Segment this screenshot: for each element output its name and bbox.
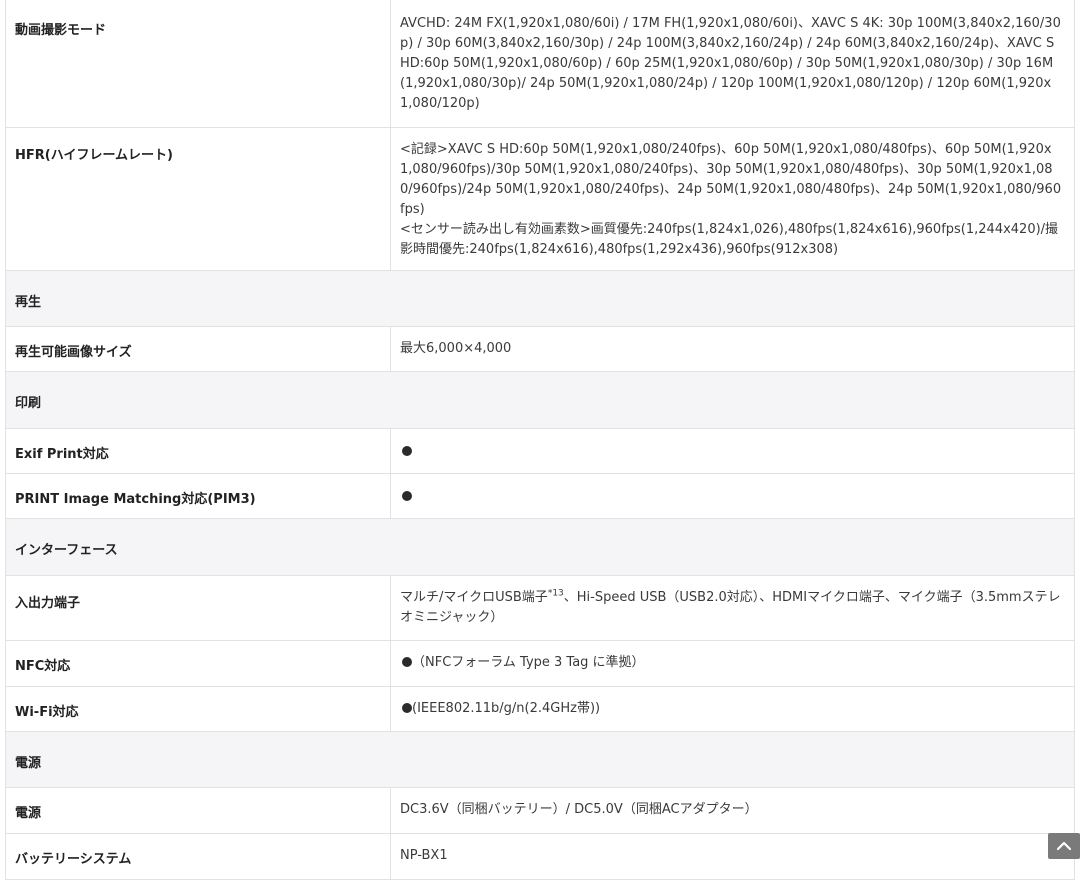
row-value: <記録>XAVC S HD:60p 50M(1,920x1,080/240fps… bbox=[390, 127, 1075, 271]
row-label: NFC対応 bbox=[5, 640, 391, 687]
row-value: 最大6,000×4,000 bbox=[390, 326, 1075, 372]
filled-circle-icon bbox=[402, 703, 412, 713]
row-label: PRINT Image Matching対応(PIM3) bbox=[5, 473, 391, 519]
section-header-row: 再生 bbox=[5, 270, 1075, 327]
section-header-row: 電源 bbox=[5, 731, 1075, 788]
row-value: DC3.6V（同梱バッテリー）/ DC5.0V（同梱ACアダプター） bbox=[390, 787, 1075, 834]
table-row: 電源 DC3.6V（同梱バッテリー）/ DC5.0V（同梱ACアダプター） bbox=[5, 787, 1075, 834]
table-row: Wi-Fi対応 (IEEE802.11b/g/n(2.4GHz帯)) bbox=[5, 686, 1075, 732]
table-row: Exif Print対応 bbox=[5, 428, 1075, 474]
row-value: （NFCフォーラム Type 3 Tag に準拠） bbox=[390, 640, 1075, 687]
row-label: 入出力端子 bbox=[5, 575, 391, 641]
hfr-recording-text: <記録>XAVC S HD:60p 50M(1,920x1,080/240fps… bbox=[400, 142, 1062, 217]
section-header-row: インターフェース bbox=[5, 518, 1075, 576]
section-title: インターフェース bbox=[5, 518, 1075, 576]
filled-circle-icon bbox=[402, 491, 412, 501]
io-terminal-text: マルチ/マイクロUSB端子 bbox=[400, 590, 548, 605]
row-value bbox=[390, 473, 1075, 519]
table-row: HFR(ハイフレームレート) <記録>XAVC S HD:60p 50M(1,9… bbox=[5, 127, 1075, 271]
table-row: PRINT Image Matching対応(PIM3) bbox=[5, 473, 1075, 519]
row-value: AVCHD: 24M FX(1,920x1,080/60i) / 17M FH(… bbox=[390, 0, 1075, 128]
row-value: (IEEE802.11b/g/n(2.4GHz帯)) bbox=[390, 686, 1075, 732]
section-title: 再生 bbox=[5, 270, 1075, 327]
scroll-to-top-button[interactable] bbox=[1048, 833, 1080, 859]
row-value bbox=[390, 428, 1075, 474]
table-row: 入出力端子 マルチ/マイクロUSB端子*13、Hi-Speed USB（USB2… bbox=[5, 575, 1075, 641]
section-title: 電源 bbox=[5, 731, 1075, 788]
row-label: 動画撮影モード bbox=[5, 0, 391, 128]
row-label: Wi-Fi対応 bbox=[5, 686, 391, 732]
table-row: NFC対応 （NFCフォーラム Type 3 Tag に準拠） bbox=[5, 640, 1075, 687]
section-header-row: 印刷 bbox=[5, 371, 1075, 429]
row-label: Exif Print対応 bbox=[5, 428, 391, 474]
row-value: マルチ/マイクロUSB端子*13、Hi-Speed USB（USB2.0対応）、… bbox=[390, 575, 1075, 641]
table-row: バッテリーシステム NP-BX1 bbox=[5, 833, 1075, 880]
footnote-ref: *13 bbox=[547, 588, 564, 599]
spec-table-wrapper: 動画撮影モード AVCHD: 24M FX(1,920x1,080/60i) /… bbox=[5, 0, 1075, 880]
wifi-text: (IEEE802.11b/g/n(2.4GHz帯)) bbox=[412, 701, 601, 716]
spec-table: 動画撮影モード AVCHD: 24M FX(1,920x1,080/60i) /… bbox=[5, 0, 1075, 880]
chevron-up-icon bbox=[1056, 841, 1072, 851]
row-label: 再生可能画像サイズ bbox=[5, 326, 391, 372]
hfr-sensor-text: <センサー読み出し有効画素数>画質優先:240fps(1,824x1,026),… bbox=[400, 222, 1059, 257]
filled-circle-icon bbox=[402, 657, 412, 667]
table-row: 動画撮影モード AVCHD: 24M FX(1,920x1,080/60i) /… bbox=[5, 0, 1075, 128]
table-row: 再生可能画像サイズ 最大6,000×4,000 bbox=[5, 326, 1075, 372]
row-value: NP-BX1 bbox=[390, 833, 1075, 880]
row-label: 電源 bbox=[5, 787, 391, 834]
section-title: 印刷 bbox=[5, 371, 1075, 429]
nfc-text: （NFCフォーラム Type 3 Tag に準拠） bbox=[412, 655, 645, 670]
filled-circle-icon bbox=[402, 446, 412, 456]
row-label: バッテリーシステム bbox=[5, 833, 391, 880]
row-label: HFR(ハイフレームレート) bbox=[5, 127, 391, 271]
